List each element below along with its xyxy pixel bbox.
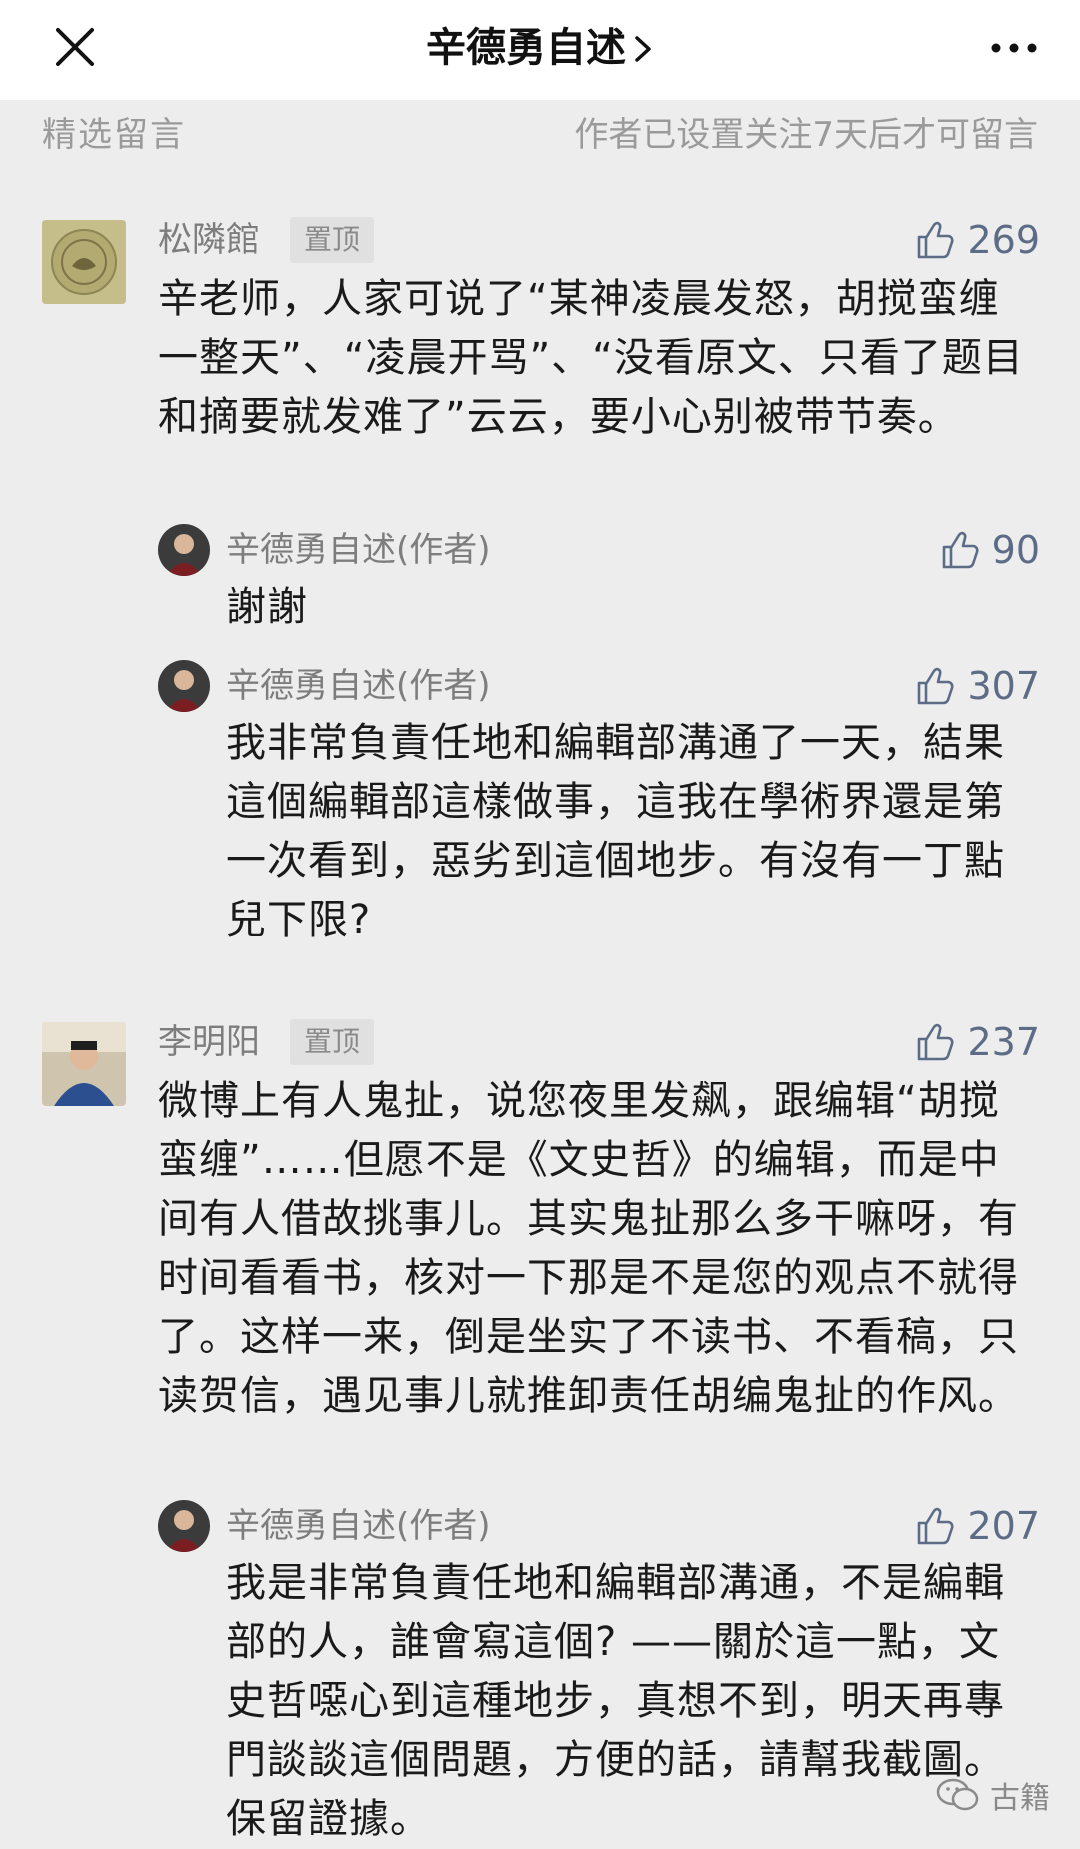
like-button[interactable]: 90: [938, 528, 1040, 572]
like-button[interactable]: 207: [913, 1504, 1040, 1548]
reply-author-name[interactable]: 辛德勇自述(作者): [226, 664, 491, 708]
thumbs-up-icon: [918, 667, 955, 705]
like-count: 207: [967, 1504, 1040, 1548]
page-title-link[interactable]: 辛德勇自述: [0, 20, 1080, 76]
thumbs-up-icon: [918, 1507, 955, 1545]
reply-text: 謝謝: [226, 584, 308, 630]
comment-text: 辛老师，人家可说了“某神凌晨发怒，胡搅蛮缠一整天”、“凌晨开骂”、“没看原文、只…: [158, 276, 1024, 440]
pinned-badge: 置顶: [290, 1019, 375, 1065]
like-count: 307: [967, 664, 1040, 708]
avatar[interactable]: [42, 220, 126, 304]
comment-notice: 作者已设置关注7天后才可留言: [574, 115, 1038, 155]
watermark-text: 古籍: [990, 1781, 1050, 1816]
thumbs-up-icon: [942, 531, 979, 569]
watermark: 古籍: [936, 1773, 1050, 1817]
comment-text: 微博上有人鬼扯，说您夜里发飙，跟编辑“胡搅蛮缠”……但愿不是《文史哲》的编辑，而…: [158, 1078, 1019, 1419]
reply-text: 我是非常負責任地和編輯部溝通，不是編輯部的人，誰會寫這個? ——關於這一點，文史…: [226, 1560, 1005, 1842]
like-button[interactable]: 237: [913, 1020, 1040, 1064]
commenter-name[interactable]: 李明阳: [158, 1020, 260, 1064]
reply-author-name[interactable]: 辛德勇自述(作者): [226, 528, 491, 572]
thumbs-up-icon: [918, 1023, 955, 1061]
section-header: 精选留言 作者已设置关注7天后才可留言: [0, 100, 1080, 170]
comment-item: 松隣館 置顶 269 辛老师，人家可说了“某神凌晨发怒，胡搅蛮缠一整天”、“凌晨…: [0, 210, 1080, 970]
nav-bar: 辛德勇自述: [0, 0, 1080, 100]
like-count: 237: [967, 1020, 1040, 1064]
reply-author-name[interactable]: 辛德勇自述(作者): [226, 1504, 491, 1548]
author-avatar[interactable]: [158, 660, 210, 712]
like-button[interactable]: 307: [913, 664, 1040, 708]
like-button[interactable]: 269: [913, 218, 1040, 262]
more-dots-icon[interactable]: [984, 28, 1044, 68]
thumbs-up-icon: [918, 221, 955, 259]
avatar[interactable]: [42, 1022, 126, 1106]
author-avatar[interactable]: [158, 1500, 210, 1552]
author-avatar[interactable]: [158, 524, 210, 576]
pinned-badge: 置顶: [290, 217, 375, 263]
comment-item: 李明阳 置顶 237 微博上有人鬼扯，说您夜里发飙，跟编辑“胡搅蛮缠”……但愿不…: [0, 1012, 1080, 1842]
like-count: 90: [991, 528, 1040, 572]
section-title: 精选留言: [42, 115, 186, 155]
wechat-icon: [936, 1778, 979, 1811]
like-count: 269: [967, 218, 1040, 262]
commenter-name[interactable]: 松隣館: [158, 218, 260, 262]
reply-text: 我非常負責任地和編輯部溝通了一天，結果這個編輯部這樣做事，這我在學術界還是第一次…: [226, 720, 1005, 943]
page-title: 辛德勇自述: [426, 25, 626, 71]
chevron-right-icon: [635, 36, 651, 62]
